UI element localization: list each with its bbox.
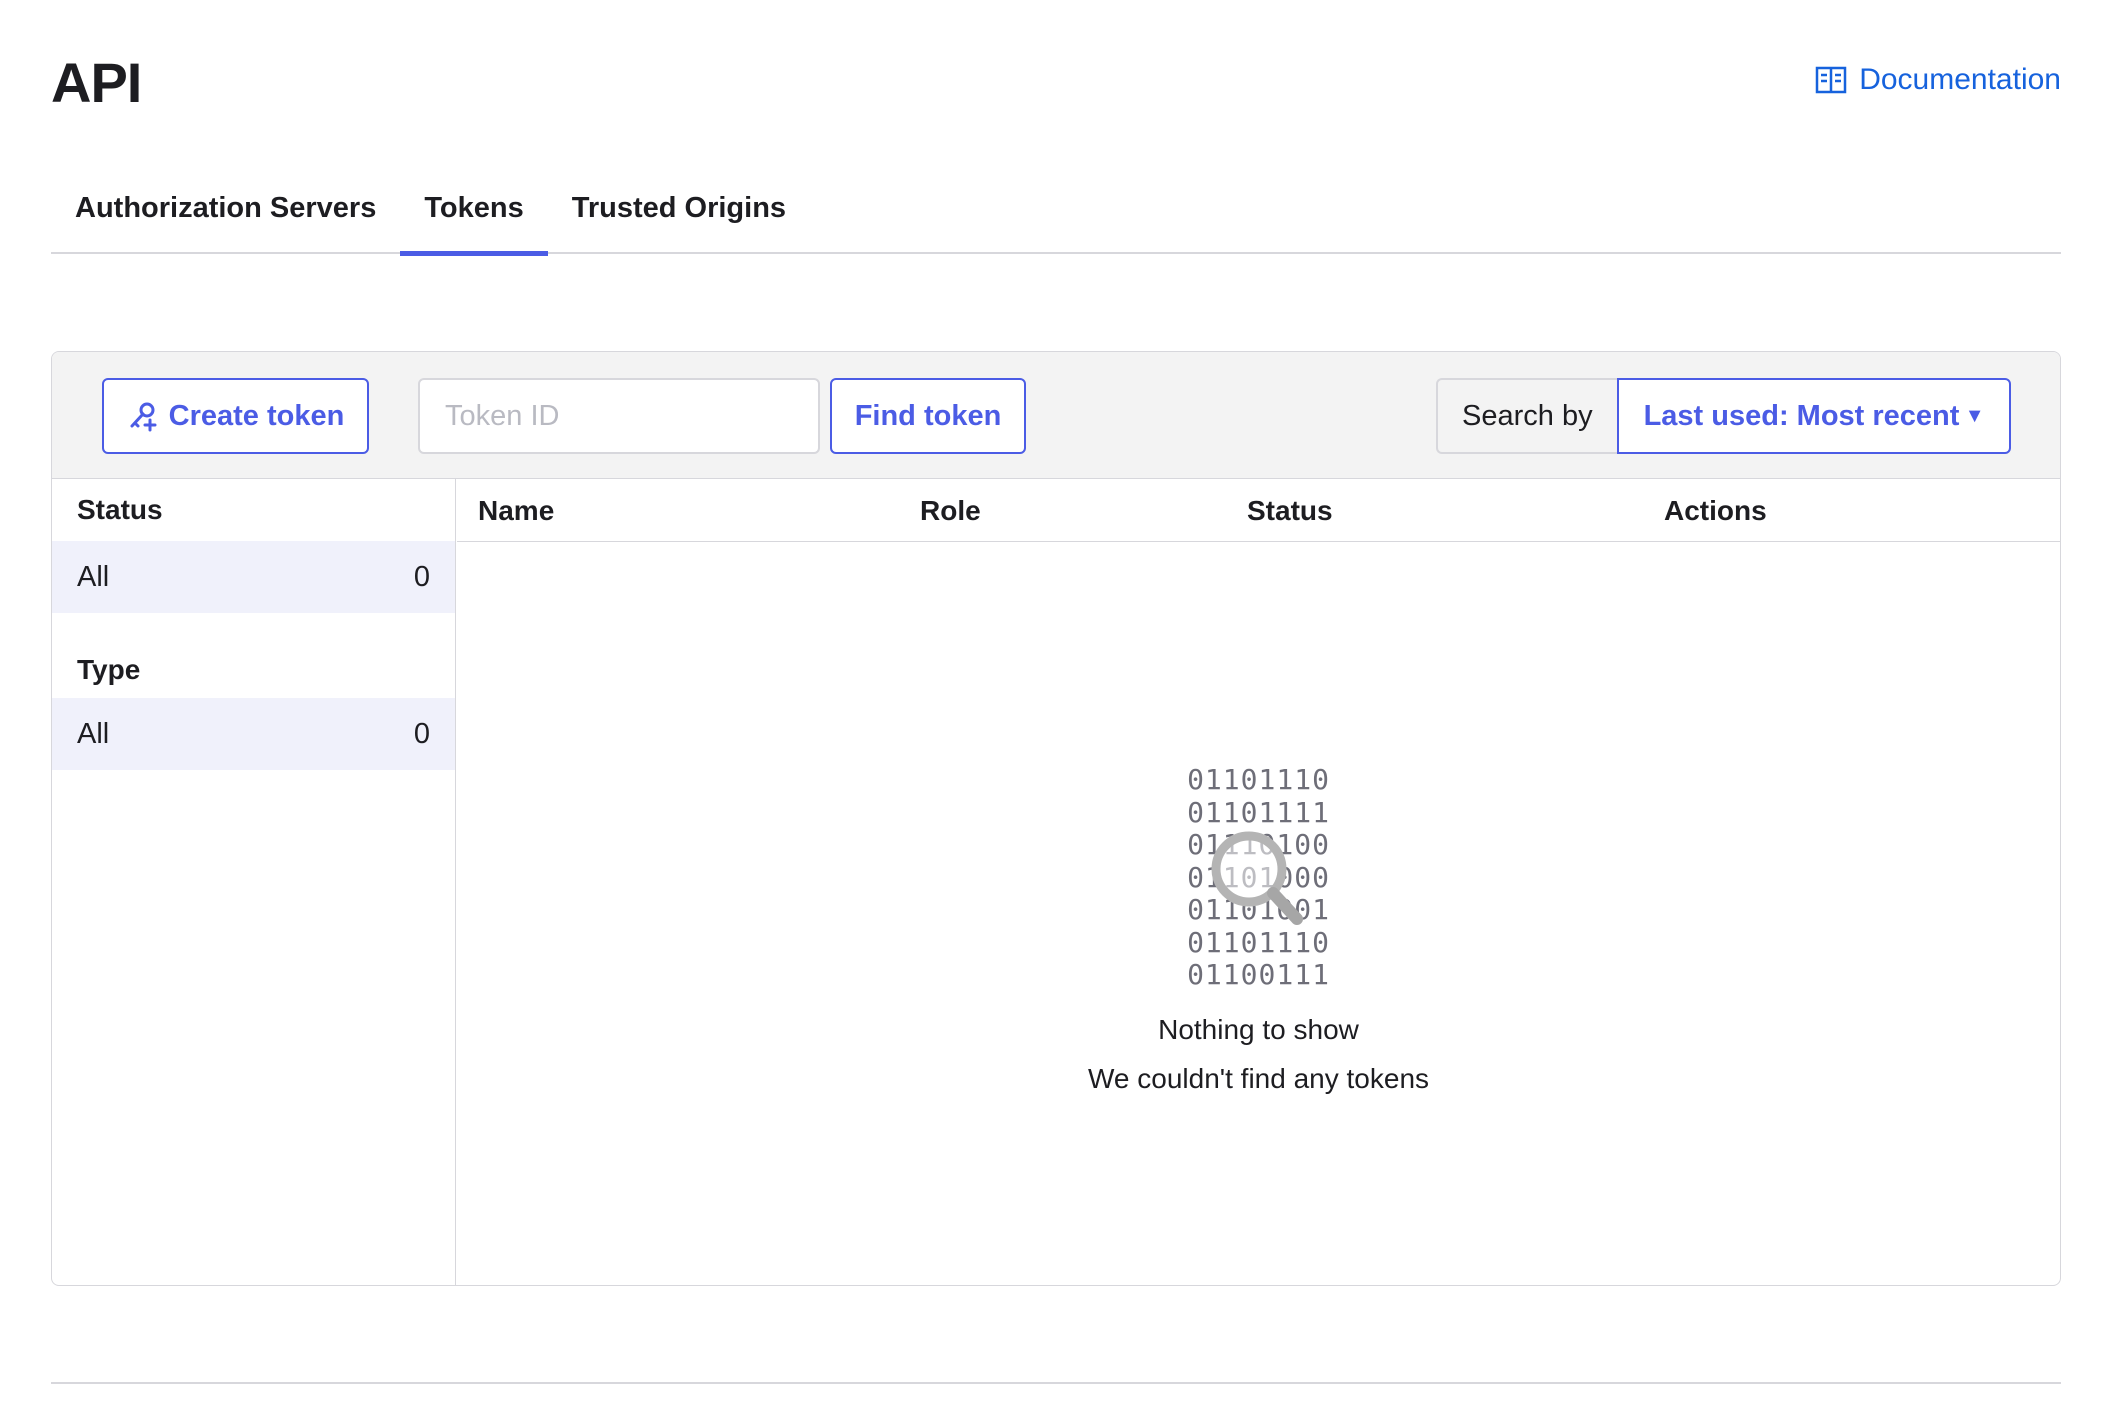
type-filter-heading: Type — [77, 654, 141, 685]
book-icon — [1815, 66, 1847, 94]
type-filter-count: 0 — [413, 717, 430, 750]
documentation-label: Documentation — [1859, 63, 2061, 96]
tokens-table: Name Role Status Actions 01101110 0110111… — [457, 479, 2060, 1285]
toolbar: Create token Find token Search by Last u… — [52, 352, 2060, 479]
status-filter-label: All — [77, 560, 110, 593]
create-token-button[interactable]: Create token — [102, 378, 369, 454]
bottom-divider — [51, 1382, 2061, 1384]
tab-trusted-origins[interactable]: Trusted Origins — [548, 180, 810, 254]
search-by-select[interactable]: Last used: Most recent ▼ — [1616, 378, 2011, 454]
magnifier-icon — [1211, 831, 1303, 925]
search-by-label: Search by — [1436, 378, 1617, 454]
tab-tokens[interactable]: Tokens — [400, 180, 549, 256]
filter-sidebar: Status All 0 Type All 0 — [52, 479, 456, 1285]
status-filter-heading: Status — [77, 494, 163, 525]
tab-bar: Authorization Servers Tokens Trusted Ori… — [51, 180, 2061, 256]
table-header: Name Role Status Actions — [457, 479, 2060, 542]
create-token-label: Create token — [168, 399, 345, 432]
find-token-button[interactable]: Find token — [830, 378, 1026, 454]
column-header-actions: Actions — [1664, 495, 1767, 526]
documentation-link[interactable]: Documentation — [1815, 63, 2061, 97]
type-filter-all[interactable]: All 0 — [52, 698, 455, 770]
status-filter-count: 0 — [413, 560, 430, 593]
type-filter-label: All — [77, 717, 110, 750]
empty-state-subtitle: We couldn't find any tokens — [1087, 1063, 1430, 1094]
empty-state: 0110111001101111011101000110100001101001… — [457, 763, 2060, 1095]
empty-state-title: Nothing to show — [1158, 1014, 1359, 1045]
search-by-value: Last used: Most recent — [1643, 399, 1960, 432]
search-by-group: Search by Last used: Most recent ▼ — [1436, 378, 2011, 454]
column-header-role: Role — [920, 495, 981, 526]
token-id-input[interactable] — [418, 378, 820, 454]
empty-state-illustration: 0110111001101111011101000110100001101001… — [1179, 763, 1339, 990]
column-header-status: Status — [1247, 495, 1333, 526]
status-filter-all[interactable]: All 0 — [52, 541, 455, 613]
tokens-panel: Create token Find token Search by Last u… — [51, 351, 2061, 1286]
caret-down-icon: ▼ — [1964, 404, 1985, 427]
column-header-name: Name — [478, 495, 555, 526]
key-plus-icon — [130, 402, 157, 432]
tab-authorization-servers[interactable]: Authorization Servers — [51, 180, 400, 254]
page-title: API — [51, 51, 142, 114]
